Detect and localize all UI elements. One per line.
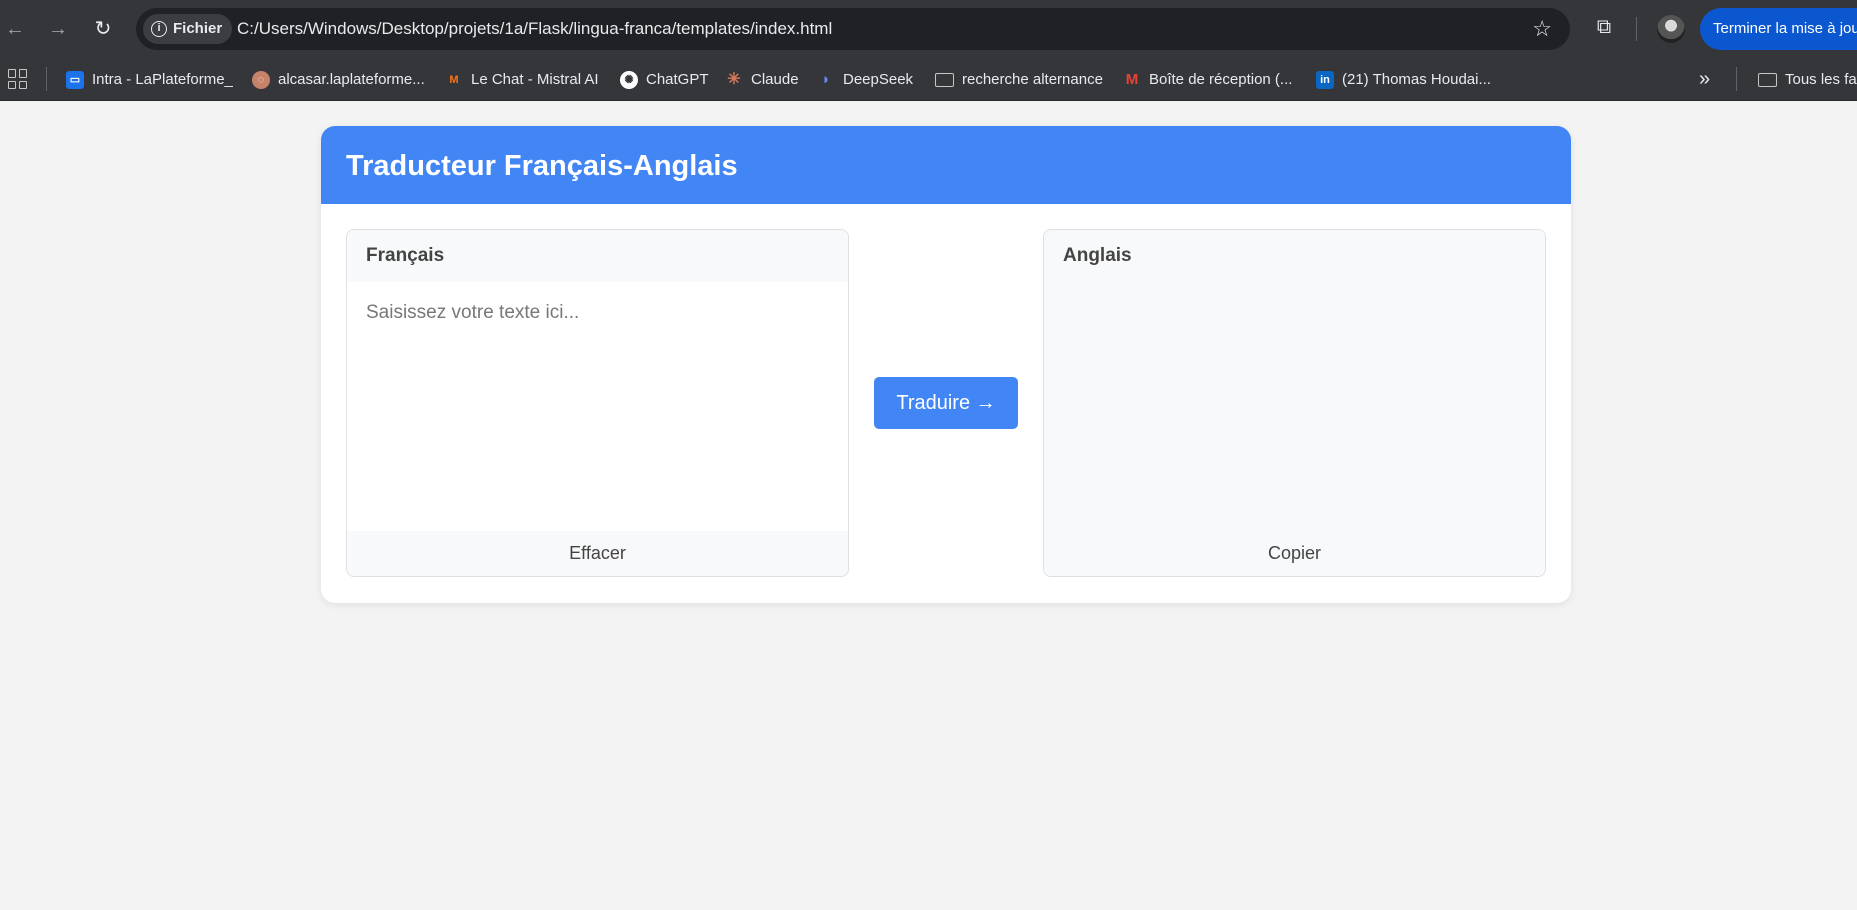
more-bookmarks-chevron-icon[interactable]: »	[1699, 58, 1710, 101]
bookmarks-divider	[1736, 67, 1737, 91]
bookmark-linkedin[interactable]: in (21) Thomas Houdai...	[1316, 58, 1491, 101]
bookmark-label: Tous les favoris	[1785, 71, 1857, 88]
bookmark-label: Claude	[751, 71, 799, 88]
apps-grid-icon[interactable]	[8, 69, 28, 89]
bookmark-gmail[interactable]: M Boîte de réception (...	[1123, 58, 1293, 101]
mistral-icon: M	[449, 73, 459, 86]
update-button[interactable]: Terminer la mise à jour	[1700, 8, 1857, 50]
site-info-label: Fichier	[173, 20, 223, 37]
bookmark-folder-alternance[interactable]: recherche alternance	[935, 58, 1103, 101]
bookmark-chatgpt[interactable]: ✺ ChatGPT	[620, 58, 709, 101]
browser-toolbar: ← → ↻ i Fichier C:/Users/Windows/Desktop…	[0, 0, 1857, 58]
alcasar-icon: ◌	[252, 70, 270, 89]
forward-arrow-icon[interactable]: →	[43, 14, 73, 44]
translation-output	[1044, 282, 1545, 532]
bookmark-alcasar[interactable]: ◌ alcasar.laplateforme...	[252, 58, 425, 101]
deepseek-icon: ◗	[821, 70, 831, 88]
url-text[interactable]: C:/Users/Windows/Desktop/projets/1a/Flas…	[237, 8, 832, 50]
bookmark-label: Intra - LaPlateforme_	[92, 71, 233, 88]
laplateforme-icon: ▭	[66, 70, 84, 89]
gmail-icon: M	[1125, 70, 1139, 88]
back-arrow-icon[interactable]: ←	[0, 14, 30, 44]
info-icon: i	[151, 21, 167, 37]
translate-button[interactable]: Traduire →	[874, 377, 1018, 429]
bookmark-deepseek[interactable]: ◗ DeepSeek	[817, 58, 913, 101]
site-info-chip[interactable]: i Fichier	[143, 14, 233, 44]
folder-icon	[935, 72, 954, 87]
source-language-title: Français	[347, 230, 848, 282]
extensions-icon[interactable]: ⧉	[1591, 14, 1617, 40]
linkedin-icon: in	[1316, 70, 1334, 89]
source-text-input[interactable]	[347, 282, 848, 532]
profile-avatar[interactable]	[1657, 15, 1685, 43]
translator-card: Traducteur Français-Anglais Français Eff…	[321, 126, 1571, 603]
bookmark-label: Boîte de réception (...	[1149, 71, 1293, 88]
folder-icon	[1758, 72, 1777, 87]
bookmarks-bar: ▭ Intra - LaPlateforme_ ◌ alcasar.laplat…	[0, 58, 1857, 101]
clear-button[interactable]: Effacer	[347, 531, 848, 576]
bookmark-star-icon[interactable]: ☆	[1532, 8, 1552, 50]
bookmark-claude[interactable]: ✳ Claude	[725, 58, 799, 101]
all-bookmarks-folder[interactable]: Tous les favoris	[1758, 58, 1857, 101]
address-bar[interactable]: i Fichier C:/Users/Windows/Desktop/proje…	[136, 8, 1570, 50]
source-panel: Français Effacer	[346, 229, 849, 577]
bookmark-label: alcasar.laplateforme...	[278, 71, 425, 88]
bookmark-label: Le Chat - Mistral AI	[471, 71, 599, 88]
bookmark-intra[interactable]: ▭ Intra - LaPlateforme_	[66, 58, 233, 101]
bookmark-label: ChatGPT	[646, 71, 709, 88]
target-panel: Anglais Copier	[1043, 229, 1546, 577]
toolbar-divider	[1636, 17, 1637, 41]
page-title: Traducteur Français-Anglais	[321, 126, 1571, 204]
chatgpt-icon: ✺	[620, 70, 638, 89]
bookmark-label: DeepSeek	[843, 71, 914, 88]
bookmark-label: recherche alternance	[962, 71, 1103, 88]
target-language-title: Anglais	[1044, 230, 1545, 282]
reload-icon[interactable]: ↻	[88, 14, 118, 44]
copy-button[interactable]: Copier	[1044, 531, 1545, 576]
claude-icon: ✳	[727, 70, 741, 88]
bookmark-label: (21) Thomas Houdai...	[1342, 71, 1491, 88]
bookmarks-divider	[46, 67, 47, 91]
bookmark-mistral[interactable]: M Le Chat - Mistral AI	[445, 58, 599, 101]
